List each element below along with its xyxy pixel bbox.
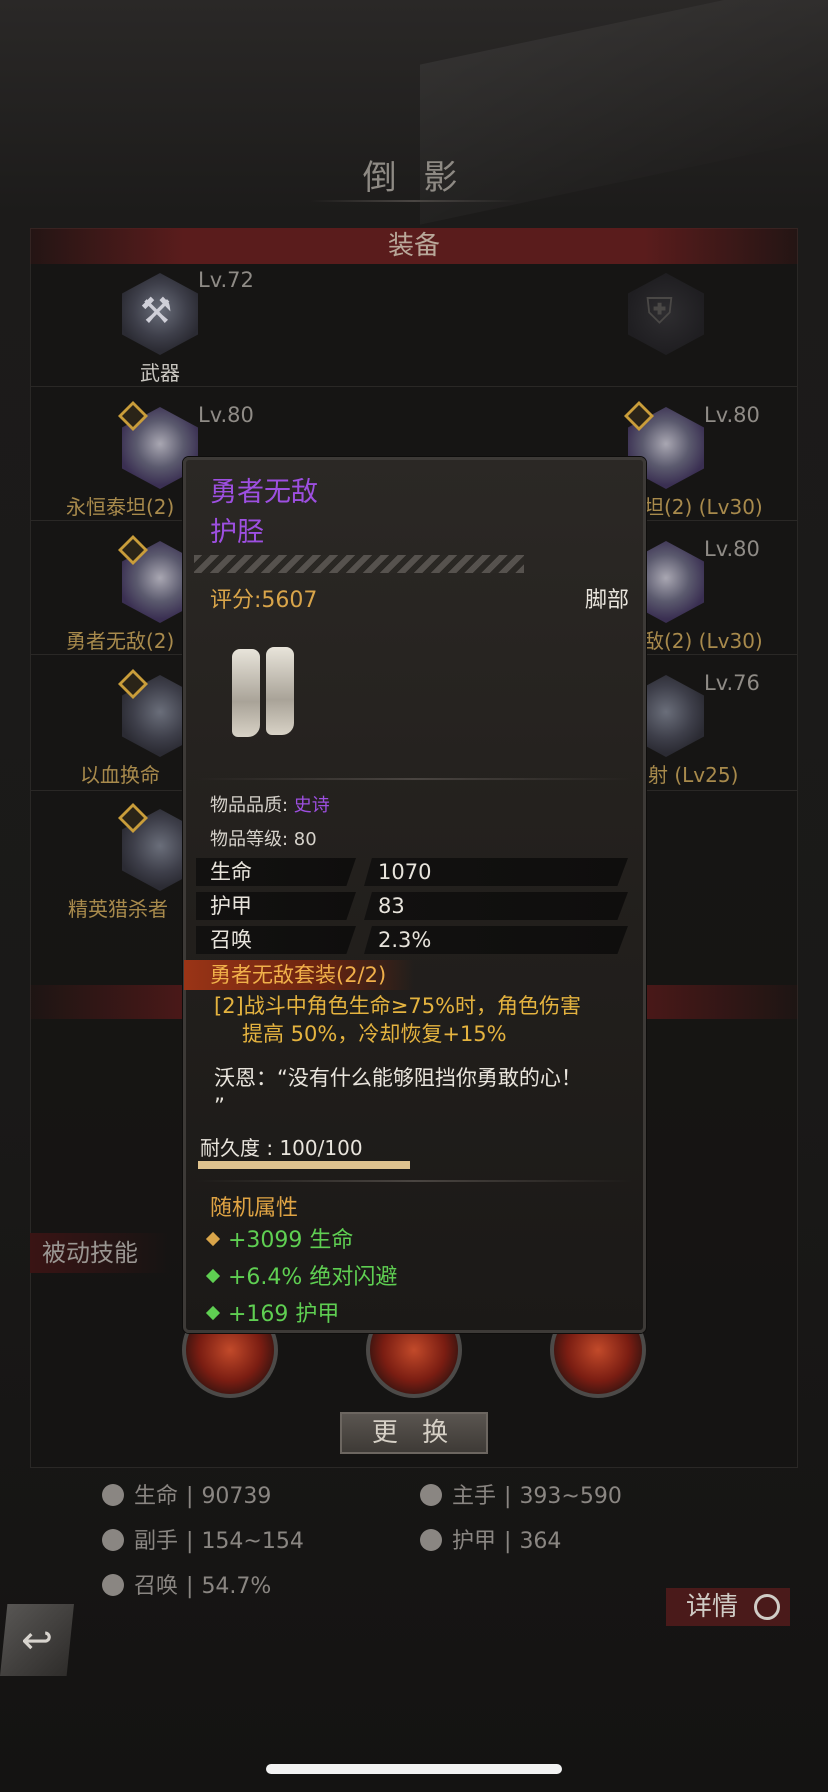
slot-label: 射 (Lv25) bbox=[648, 763, 739, 787]
row-divider bbox=[30, 386, 798, 387]
tooltip-stripe bbox=[194, 555, 524, 573]
boot-left bbox=[232, 649, 260, 737]
slot-offhand-empty[interactable]: ⛨ bbox=[625, 270, 707, 358]
set-bonus: [2]战斗中角色生命≥75%时，角色伤害 提高 50%，冷却恢复+15% bbox=[214, 994, 582, 1046]
slot-level: Lv.76 bbox=[704, 671, 760, 695]
item-tooltip[interactable]: 勇者无敌 护胫 评分:5607 脚部 物品品质: 史诗 物品等级: 80 生命 1… bbox=[183, 457, 646, 1333]
shield-icon: ⛨ bbox=[646, 291, 674, 332]
slot-label: 敌(2) (Lv30) bbox=[644, 629, 763, 653]
summon-icon bbox=[102, 1574, 124, 1596]
item-score: 评分:5607 bbox=[210, 588, 318, 613]
gem-icon bbox=[205, 1305, 221, 1321]
stat-hp: 生命 | 90739 bbox=[102, 1478, 271, 1510]
back-button[interactable]: ↩ bbox=[0, 1604, 74, 1676]
greaves-icon bbox=[226, 645, 306, 741]
slot-label: 永恒泰坦(2) bbox=[66, 495, 175, 519]
offhand-icon bbox=[102, 1529, 124, 1551]
random-attr: +6.4% 绝对闪避 bbox=[205, 1259, 397, 1291]
home-indicator bbox=[266, 1764, 562, 1774]
slot-label: 勇者无敌(2) bbox=[66, 629, 175, 653]
set-name: 勇者无敌套装(2/2) bbox=[184, 960, 414, 990]
item-level: 物品等级: 80 bbox=[210, 829, 317, 850]
slot-weapon[interactable]: ⚒ bbox=[119, 270, 201, 358]
item-quality: 物品品质: 史诗 bbox=[210, 795, 330, 816]
section-equipment-header: 装备 bbox=[30, 228, 798, 264]
attr-row: 生命 1070 bbox=[196, 858, 628, 886]
slot-label: 坦(2) (Lv30) bbox=[644, 495, 763, 519]
boot-right bbox=[266, 647, 294, 735]
durability-bar bbox=[198, 1161, 410, 1169]
random-attributes-title: 随机属性 bbox=[210, 1196, 299, 1221]
page-title: 倒 影 bbox=[362, 158, 466, 198]
gem-icon bbox=[205, 1231, 221, 1247]
back-arrow-icon: ↩ bbox=[21, 1618, 53, 1662]
tooltip-divider bbox=[196, 1180, 632, 1182]
heart-icon bbox=[102, 1484, 124, 1506]
axe-icon: ⚒ bbox=[140, 291, 173, 332]
random-attr: +169 护甲 bbox=[205, 1296, 339, 1328]
durability-label: 耐久度 : 100/100 bbox=[200, 1136, 363, 1160]
item-name: 勇者无敌 bbox=[210, 477, 318, 508]
slot-level: Lv.80 bbox=[704, 403, 760, 427]
item-part: 护胫 bbox=[210, 517, 264, 548]
slot-level: Lv.80 bbox=[198, 403, 254, 427]
passive-skills-label: 被动技能 bbox=[30, 1233, 170, 1273]
detail-button[interactable]: 详情 bbox=[666, 1588, 790, 1626]
stat-armor: 护甲 | 364 bbox=[420, 1523, 561, 1555]
slot-label: 武器 bbox=[140, 361, 180, 385]
attr-row: 召唤 2.3% bbox=[196, 926, 628, 954]
stat-offhand: 副手 | 154~154 bbox=[102, 1523, 304, 1555]
shield-icon bbox=[420, 1529, 442, 1551]
detail-label: 详情 bbox=[686, 1592, 739, 1622]
slot-label: 以血换命 bbox=[80, 763, 160, 787]
title-underline bbox=[310, 200, 518, 202]
stat-summon: 召唤 | 54.7% bbox=[102, 1568, 271, 1600]
magnifier-icon bbox=[754, 1594, 780, 1620]
attr-row: 护甲 83 bbox=[196, 892, 628, 920]
random-attr: +3099 生命 bbox=[205, 1222, 353, 1254]
slot-label: 精英猎杀者 bbox=[68, 897, 168, 921]
gem-icon bbox=[205, 1268, 221, 1284]
slot-level: Lv.72 bbox=[198, 268, 254, 292]
sword-icon bbox=[420, 1484, 442, 1506]
slot-level: Lv.80 bbox=[704, 537, 760, 561]
change-button[interactable]: 更 换 bbox=[340, 1412, 488, 1454]
item-quote: 沃恩：“没有什么能够阻挡你勇敢的心！ ” bbox=[214, 1066, 582, 1118]
stat-mainhand: 主手 | 393~590 bbox=[420, 1478, 622, 1510]
tooltip-divider bbox=[196, 778, 632, 780]
item-slot: 脚部 bbox=[584, 588, 629, 613]
